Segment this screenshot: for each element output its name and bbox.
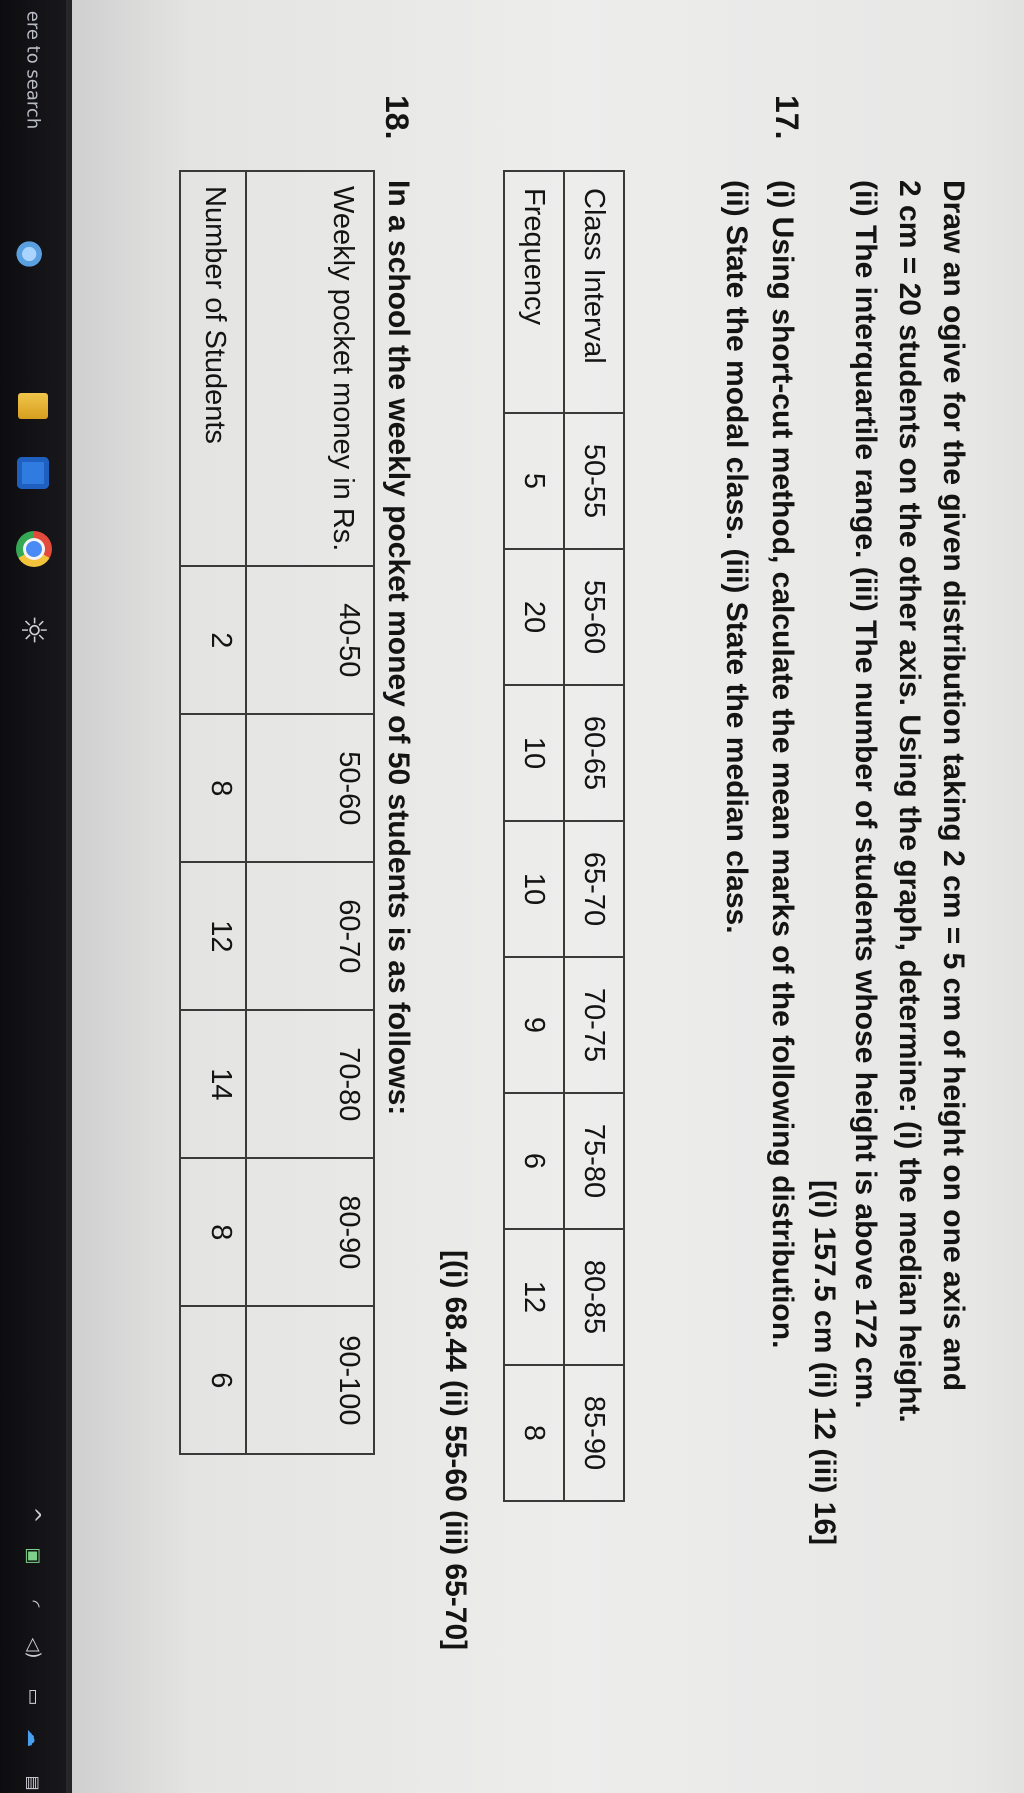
- table-row: Weekly pocket money in Rs. 40-50 50-60 6…: [246, 171, 374, 1455]
- table-cell: 85-90: [564, 1365, 624, 1501]
- table-cell: 10: [504, 685, 564, 821]
- table-cell: 12: [180, 862, 246, 1011]
- table-cell: 8: [180, 1158, 246, 1307]
- question-17-text: (i) Using short-cut method, calculate th…: [713, 180, 805, 1348]
- cloud-icon[interactable]: ☁: [23, 1729, 44, 1747]
- taskbar: ere to search ☼ ^ ▣ ◜ ◁) ▭ ☁ ▤: [0, 0, 66, 1793]
- table-cell: 8: [504, 1365, 564, 1501]
- file-explorer-icon[interactable]: [18, 393, 48, 419]
- question-number: 17.: [769, 95, 805, 140]
- table-cell: 9: [504, 957, 564, 1093]
- question-16-text: Draw an ogive for the given distribution…: [843, 180, 975, 1740]
- table-cell: 50-55: [564, 413, 624, 549]
- question-16-line: 2 cm = 20 students on the other axis. Us…: [893, 180, 926, 1423]
- table-cell: 6: [504, 1093, 564, 1229]
- table-cell: 70-75: [564, 957, 624, 1093]
- question-18-table: Weekly pocket money in Rs. 40-50 50-60 6…: [179, 170, 375, 1455]
- volume-icon[interactable]: ◁): [23, 1638, 44, 1659]
- question-17-answer: [(i) 68.44 (ii) 55-60 (iii) 65-70]: [439, 1250, 472, 1651]
- taskbar-search-box[interactable]: ere to search: [23, 11, 44, 129]
- tray-icon[interactable]: [14, 238, 52, 270]
- question-17-line: (ii) State the modal class. (iii) State …: [720, 180, 753, 934]
- table-row: Number of Students 2 8 12 14 8 6: [180, 171, 246, 1455]
- table-cell: 12: [504, 1229, 564, 1365]
- table-cell: 60-70: [246, 862, 374, 1011]
- chevron-up-icon[interactable]: ^: [21, 1507, 45, 1524]
- table-cell: 50-60: [246, 714, 374, 863]
- question-16-line: (ii) The interquartile range. (iii) The …: [849, 180, 882, 1409]
- page-content: Draw an ogive for the given distribution…: [70, 0, 1015, 1793]
- question-16-answer: [(i) 157.5 cm (ii) 12 (iii) 16]: [808, 1180, 841, 1546]
- table-cell: 55-60: [564, 549, 624, 685]
- table-cell: 65-70: [564, 821, 624, 957]
- table-cell: 14: [180, 1010, 246, 1159]
- row-header: Number of Students: [180, 171, 246, 567]
- wifi-icon[interactable]: ◜: [23, 1601, 44, 1608]
- row-header: Frequency: [504, 171, 564, 413]
- question-18-text: In a school the weekly pocket money of 5…: [382, 180, 415, 1116]
- question-16-line: Draw an ogive for the given distribution…: [937, 180, 970, 1392]
- table-cell: 75-80: [564, 1093, 624, 1229]
- table-cell: 20: [504, 549, 564, 685]
- question-17-line: (i) Using short-cut method, calculate th…: [766, 180, 799, 1349]
- table-cell: 2: [180, 566, 246, 715]
- store-icon[interactable]: [17, 457, 49, 489]
- table-cell: 5: [504, 413, 564, 549]
- table-cell: 40-50: [246, 566, 374, 715]
- table-cell: 60-65: [564, 685, 624, 821]
- tray-app-icon[interactable]: ▣: [23, 1547, 44, 1564]
- battery-icon[interactable]: ▭: [23, 1688, 44, 1705]
- question-number: 18.: [379, 95, 415, 140]
- table-cell: 6: [180, 1306, 246, 1455]
- table-cell: 90-100: [246, 1306, 374, 1455]
- notification-icon[interactable]: ▤: [24, 1775, 43, 1790]
- question-17-table: Class Interval 50-55 55-60 60-65 65-70 7…: [503, 170, 625, 1502]
- table-cell: 70-80: [246, 1010, 374, 1159]
- row-header: Weekly pocket money in Rs.: [246, 171, 374, 567]
- settings-icon[interactable]: ☼: [13, 615, 53, 645]
- table-cell: 80-90: [246, 1158, 374, 1307]
- row-header: Class Interval: [564, 171, 624, 413]
- chrome-icon[interactable]: [16, 531, 52, 567]
- table-row: Class Interval 50-55 55-60 60-65 65-70 7…: [564, 171, 624, 1501]
- table-cell: 80-85: [564, 1229, 624, 1365]
- screen: ere to search ☼ ^ ▣ ◜ ◁) ▭ ☁ ▤ Draw an o…: [0, 0, 1024, 1793]
- table-cell: 8: [180, 714, 246, 863]
- table-cell: 10: [504, 821, 564, 957]
- table-row: Frequency 5 20 10 10 9 6 12 8: [504, 171, 564, 1501]
